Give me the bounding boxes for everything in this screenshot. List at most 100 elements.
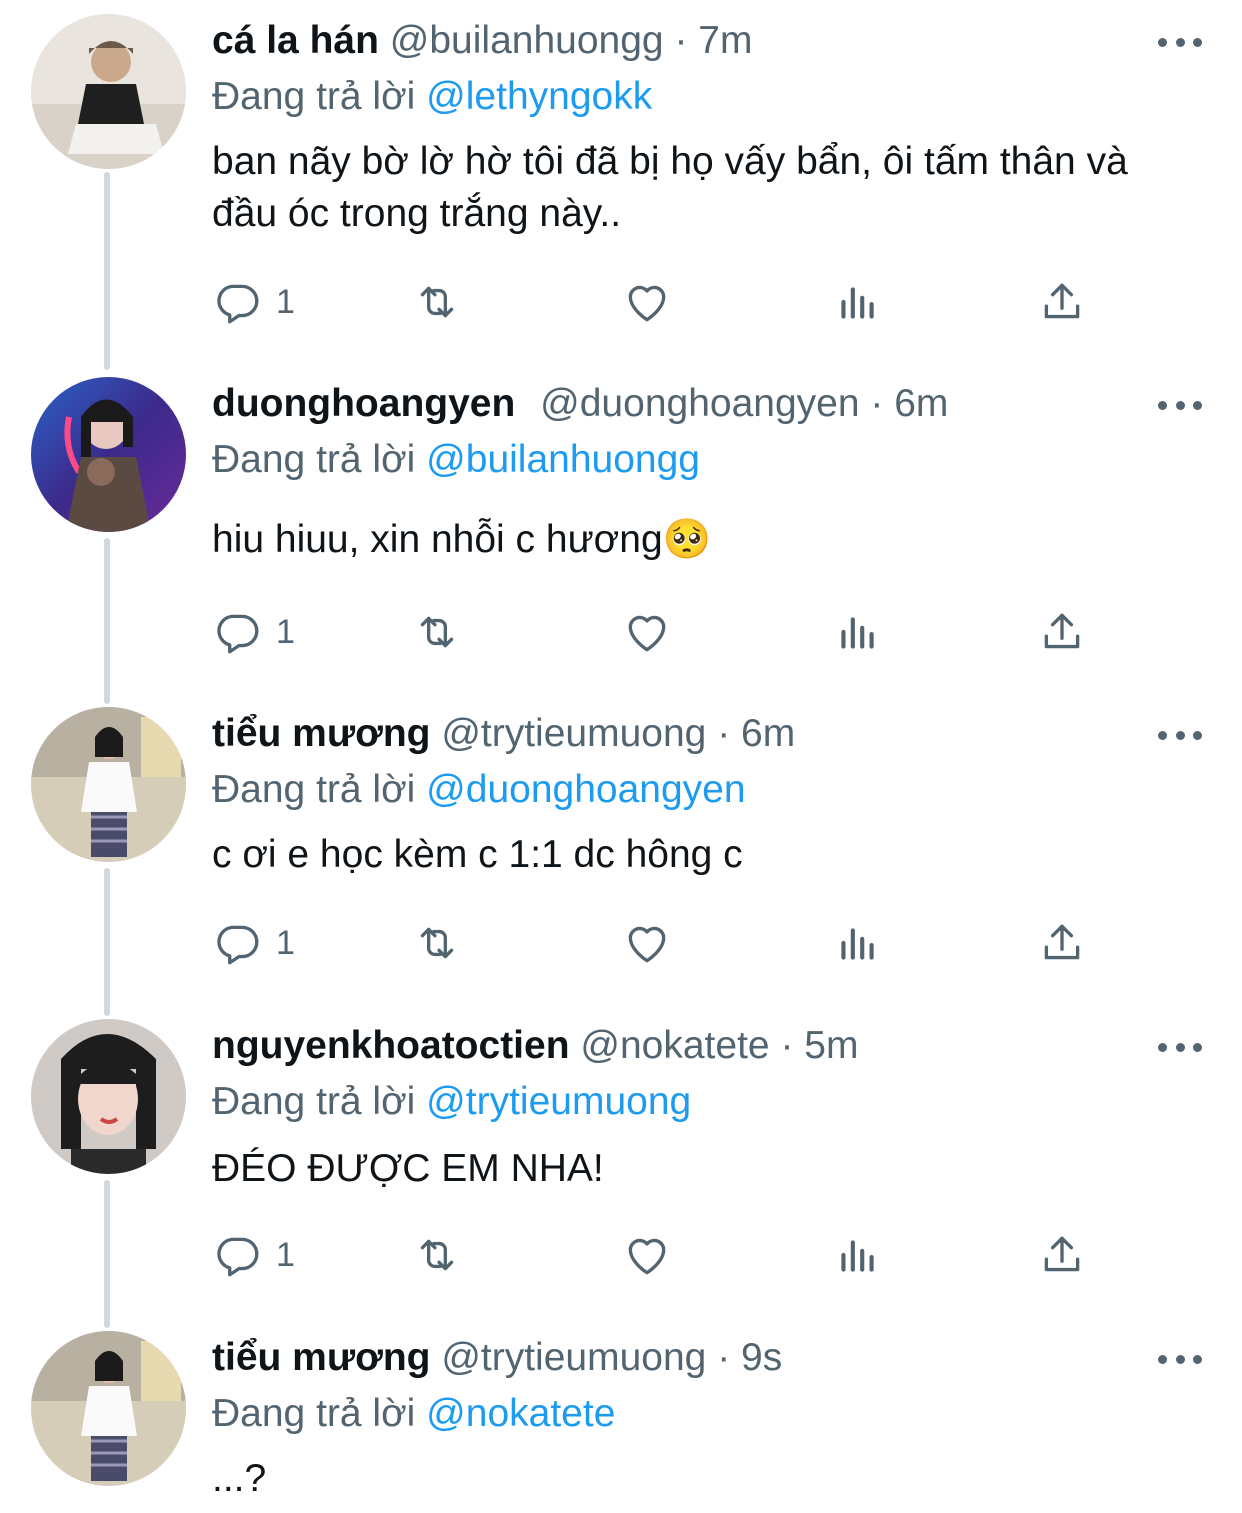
reply-button[interactable]: 1: [212, 913, 295, 973]
mention-link[interactable]: @trytieumuong: [426, 1080, 691, 1123]
like-icon: [622, 918, 672, 968]
tweet-header: cá la hán @builanhuongg · 7m: [212, 14, 1142, 74]
more-icon[interactable]: [1158, 32, 1202, 52]
like-icon: [622, 1230, 672, 1280]
separator: ·: [717, 1336, 731, 1379]
display-name[interactable]: cá la hán: [212, 19, 379, 62]
views-icon: [832, 1230, 882, 1280]
timestamp[interactable]: 5m: [804, 1024, 858, 1067]
like-button[interactable]: [622, 272, 672, 332]
reply-button[interactable]: 1: [212, 272, 295, 332]
avatar[interactable]: [31, 1331, 186, 1486]
retweet-button[interactable]: [412, 272, 462, 332]
like-button[interactable]: [622, 602, 672, 662]
replying-label: Đang trả lời: [212, 1080, 416, 1123]
replying-label: Đang trả lời: [212, 768, 416, 811]
separator: ·: [780, 1024, 794, 1067]
more-icon[interactable]: [1158, 1349, 1202, 1369]
tweet-text: hiu hiuu, xin nhỗi c hương🥺: [212, 518, 712, 561]
share-button[interactable]: [1037, 602, 1087, 662]
mention-link[interactable]: @builanhuongg: [426, 438, 700, 481]
replying-to: Đang trả lời @duonghoangyen: [212, 763, 746, 817]
user-handle[interactable]: @nokatete: [580, 1024, 769, 1067]
replying-to: Đang trả lời @nokatete: [212, 1387, 615, 1441]
avatar[interactable]: [31, 377, 186, 532]
replying-label: Đang trả lời: [212, 438, 416, 481]
reply-count: 1: [276, 1235, 295, 1274]
like-button[interactable]: [622, 913, 672, 973]
like-button[interactable]: [622, 1225, 672, 1285]
tweet-header: nguyenkhoatoctien @nokatete · 5m: [212, 1019, 1142, 1079]
tweet[interactable]: tiểu mương @trytieumuong · 9s Đang trả l…: [0, 1331, 1242, 1513]
timestamp[interactable]: 9s: [741, 1336, 782, 1379]
retweet-icon: [412, 607, 462, 657]
views-icon: [832, 918, 882, 968]
tweet[interactable]: cá la hán @builanhuongg · 7m Đang trả lờ…: [0, 14, 1242, 344]
views-button[interactable]: [832, 602, 882, 662]
tweet[interactable]: nguyenkhoatoctien @nokatete · 5m Đang tr…: [0, 1019, 1242, 1309]
reply-icon: [212, 918, 262, 968]
share-button[interactable]: [1037, 1225, 1087, 1285]
retweet-button[interactable]: [412, 1225, 462, 1285]
retweet-button[interactable]: [412, 602, 462, 662]
action-bar: 1: [212, 1225, 1092, 1285]
share-icon: [1037, 1230, 1087, 1280]
views-icon: [832, 277, 882, 327]
display-name[interactable]: tiểu mương: [212, 712, 430, 755]
tweet-text: c ơi e học kèm c 1:1 dc hông c: [212, 833, 743, 876]
replying-label: Đang trả lời: [212, 1392, 416, 1435]
more-icon[interactable]: [1158, 725, 1202, 745]
timestamp[interactable]: 6m: [741, 712, 795, 755]
tweet-header: duonghoangyen @duonghoangyen · 6m: [212, 377, 1142, 437]
retweet-icon: [412, 277, 462, 327]
reply-icon: [212, 277, 262, 327]
replying-to: Đang trả lời @builanhuongg: [212, 433, 700, 487]
share-icon: [1037, 918, 1087, 968]
replying-to: Đang trả lời @lethyngokk: [212, 70, 652, 124]
share-button[interactable]: [1037, 272, 1087, 332]
views-icon: [832, 607, 882, 657]
display-name[interactable]: tiểu mương: [212, 1336, 430, 1379]
reply-icon: [212, 607, 262, 657]
avatar[interactable]: [31, 1019, 186, 1174]
retweet-icon: [412, 918, 462, 968]
user-handle[interactable]: @trytieumuong: [441, 1336, 706, 1379]
tweet-text: ĐÉO ĐƯỢC EM NHA!: [212, 1147, 604, 1190]
mention-link[interactable]: @nokatete: [426, 1392, 615, 1435]
avatar[interactable]: [31, 14, 186, 169]
tweet[interactable]: tiểu mương @trytieumuong · 6m Đang trả l…: [0, 707, 1242, 997]
reply-icon: [212, 1230, 262, 1280]
mention-link[interactable]: @lethyngokk: [426, 75, 652, 118]
timestamp[interactable]: 6m: [894, 382, 948, 425]
tweet-text: ban nãy bờ lờ hờ tôi đã bị họ vấy bẩn, ô…: [212, 140, 1128, 235]
user-handle[interactable]: @builanhuongg: [390, 19, 664, 62]
display-name[interactable]: nguyenkhoatoctien: [212, 1024, 570, 1067]
share-button[interactable]: [1037, 913, 1087, 973]
timestamp[interactable]: 7m: [698, 19, 752, 62]
replying-label: Đang trả lời: [212, 75, 416, 118]
views-button[interactable]: [832, 1225, 882, 1285]
user-handle[interactable]: @trytieumuong: [441, 712, 706, 755]
more-icon[interactable]: [1158, 395, 1202, 415]
retweet-icon: [412, 1230, 462, 1280]
mention-link[interactable]: @duonghoangyen: [426, 768, 745, 811]
reply-count: 1: [276, 923, 295, 962]
separator: ·: [674, 19, 688, 62]
reply-button[interactable]: 1: [212, 602, 295, 662]
more-icon[interactable]: [1158, 1037, 1202, 1057]
separator: ·: [717, 712, 731, 755]
action-bar: 1: [212, 272, 1092, 332]
tweet-header: tiểu mương @trytieumuong · 6m: [212, 707, 1142, 767]
tweet[interactable]: duonghoangyen @duonghoangyen · 6m Đang t…: [0, 377, 1242, 677]
avatar[interactable]: [31, 707, 186, 862]
reply-button[interactable]: 1: [212, 1225, 295, 1285]
like-icon: [622, 607, 672, 657]
action-bar: 1: [212, 602, 1092, 662]
user-handle[interactable]: @duonghoangyen: [540, 382, 859, 425]
retweet-button[interactable]: [412, 913, 462, 973]
tweet-header: tiểu mương @trytieumuong · 9s: [212, 1331, 1142, 1391]
views-button[interactable]: [832, 272, 882, 332]
display-name[interactable]: duonghoangyen: [212, 382, 515, 425]
reply-count: 1: [276, 612, 295, 651]
views-button[interactable]: [832, 913, 882, 973]
